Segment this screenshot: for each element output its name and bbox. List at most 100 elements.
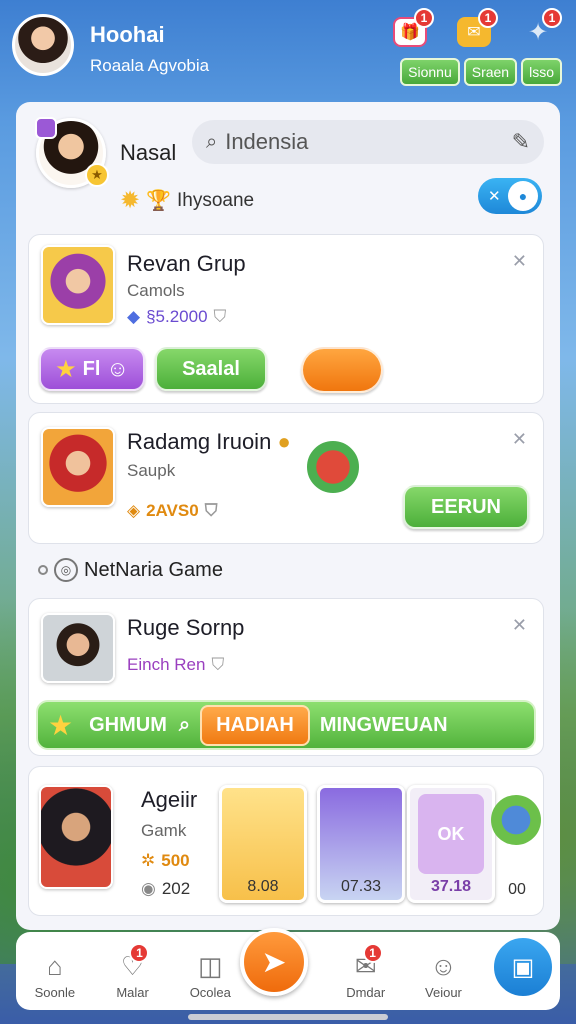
section-title: ◎ NetNaria Game — [38, 558, 223, 582]
gift-icon[interactable]: 🎁 1 — [388, 8, 434, 52]
banner-right: MINGWEUAN — [319, 713, 448, 736]
group-thumb — [41, 245, 115, 325]
chat-badge: 1 — [478, 8, 498, 28]
bottom-sub: Gamk — [141, 821, 187, 840]
coin-icon: ◉ — [141, 879, 156, 898]
bottom-thumb — [39, 785, 113, 889]
tab-dmdar[interactable]: ✉ 1 Dmdar — [327, 943, 405, 1000]
close-icon[interactable]: ✕ — [512, 615, 527, 636]
group-meta: ◆ §5.2000 ⛉ — [127, 307, 226, 327]
eerun-button[interactable]: EERUN — [403, 485, 529, 529]
search-box[interactable]: ⌕ ✎ — [192, 120, 544, 164]
online-toggle[interactable]: ✕ ● — [478, 178, 542, 214]
pill-sionnu[interactable]: Sionnu — [400, 58, 460, 86]
star-icon: ★ — [48, 709, 74, 741]
player-title: Ruge Sornp — [127, 615, 245, 640]
mini-card-4-value: 00 — [508, 881, 526, 898]
purple-button-label: Fl — [82, 357, 101, 380]
bottom-cards: Ageiir Gamk ✲ 500 ◉ 202 8.08 07.33 OK 37… — [28, 766, 544, 916]
coin-icon: ★ — [85, 163, 109, 187]
orange-button[interactable] — [301, 347, 383, 393]
bottom-score-value: 500 — [161, 851, 190, 870]
group-title-text: Radamg Iruoin — [127, 429, 272, 454]
group-meta-value: 2AVS0 — [146, 501, 199, 520]
my-status: ✹ 🏆 Ihysoane — [120, 186, 254, 215]
bottom-score: ✲ 500 — [141, 851, 190, 871]
gift-badge: 1 — [414, 8, 434, 28]
player-sub-text: Einch Ren — [127, 655, 206, 674]
camera-icon: ◫ — [198, 951, 223, 981]
diamond-icon: ◆ — [127, 307, 141, 326]
game-icon: ◎ — [54, 558, 78, 582]
tab-label: Ocolea — [189, 985, 231, 1000]
saalal-button[interactable]: Saalal — [155, 347, 267, 391]
paper-plane-icon: ➤ — [261, 945, 287, 979]
toggle-knob: ● — [508, 181, 538, 211]
group-title: Revan Grup — [127, 251, 246, 276]
group-card-radamg[interactable]: Radamg Iruoin ● Saupk ◈ 2AVS0 ⛉ ✕ EERUN — [28, 412, 544, 544]
ok-tile: OK — [418, 794, 484, 874]
bottom-title: Ageiir — [141, 787, 198, 812]
chat-icon[interactable]: ✉ 1 — [452, 8, 498, 52]
pill-sraen[interactable]: Sraen — [463, 58, 518, 86]
trophy-icon: 🏆 — [146, 190, 172, 212]
menu-button[interactable]: ▣ — [490, 934, 556, 1000]
player-thumb — [41, 613, 115, 683]
search-icon: ⌕ — [206, 130, 218, 153]
emoji-icon: ☺ — [106, 356, 129, 381]
mini-card-2[interactable]: 07.33 — [317, 785, 405, 903]
main-card: ★ Nasal ⌕ ✎ ✹ 🏆 Ihysoane ✕ ● Revan Grup … — [16, 102, 560, 930]
tab-label: Dmdar — [346, 985, 386, 1000]
close-icon[interactable]: ✕ — [512, 251, 527, 272]
my-name: Nasal — [120, 140, 177, 165]
tab-badge: 1 — [129, 943, 150, 963]
reward-banner[interactable]: ★ GHMUM ⌕ HADIAH MINGWEUAN — [36, 700, 536, 750]
mini-card-1[interactable]: 8.08 — [219, 785, 307, 903]
tab-malar[interactable]: ♡ 1 Malar — [94, 943, 172, 1000]
close-icon[interactable]: ✕ — [512, 429, 527, 450]
bottom-count-value: 202 — [161, 879, 191, 898]
mini-card-4[interactable]: 00 — [491, 785, 543, 903]
tab-label: Veiour — [425, 985, 462, 1000]
shield-icon: ⛉ — [211, 655, 225, 674]
edit-icon[interactable]: ✎ — [512, 129, 530, 155]
mini-card-1-value: 8.08 — [247, 878, 279, 895]
banner-left: GHMUM — [89, 713, 167, 736]
sun-icon: ✹ — [120, 187, 141, 214]
tab-veiour[interactable]: ☺ Veiour — [405, 951, 483, 1000]
friends-icon[interactable]: ✦ 1 — [516, 8, 562, 52]
group-card-revan[interactable]: Revan Grup Camols ◆ §5.2000 ⛉ ✕ ★ Fl ☺ S… — [28, 234, 544, 404]
group-thumb — [41, 427, 115, 507]
tab-label: Malar — [116, 985, 149, 1000]
hadiah-button[interactable]: HADIAH — [200, 704, 310, 746]
mini-card-3-label: 37.18 — [430, 878, 472, 895]
shield-icon: ⛉ — [204, 501, 218, 520]
tab-label: Soonle — [34, 985, 76, 1000]
bottom-count: ◉ 202 — [141, 879, 190, 899]
my-avatar[interactable]: ★ — [35, 117, 109, 188]
group-title: Radamg Iruoin ● — [127, 429, 291, 455]
me-row: ★ Nasal ⌕ ✎ ✹ 🏆 Ihysoane ✕ ● — [34, 117, 544, 228]
sparkle-icon: ✲ — [141, 851, 156, 870]
play-button[interactable]: ➤ — [240, 928, 308, 996]
home-indicator — [188, 1014, 388, 1020]
group-meta-value: §5.2000 — [146, 307, 208, 326]
home-icon: ⌂ — [47, 951, 63, 981]
tab-soonle[interactable]: ⌂ Soonle — [16, 951, 94, 1000]
group-sub: Saupk — [127, 461, 176, 480]
player-sprite-icon — [491, 795, 541, 845]
group-meta: ◈ 2AVS0 ⛉ — [127, 501, 217, 521]
search-icon: ⌕ — [178, 713, 191, 736]
tab-ocolea[interactable]: ◫ Ocolea — [171, 951, 249, 1000]
pill-lsso[interactable]: lsso — [521, 58, 562, 86]
section-title-text: NetNaria Game — [84, 558, 223, 581]
purple-button[interactable]: ★ Fl ☺ — [39, 347, 145, 391]
search-input[interactable] — [225, 129, 486, 155]
tab-badge: 1 — [362, 943, 383, 963]
mini-card-3[interactable]: OK 37.18 — [407, 785, 495, 903]
profile-name: Hoohai — [90, 22, 165, 47]
grid-icon: ▣ — [511, 953, 535, 981]
profile-avatar[interactable] — [12, 14, 74, 76]
top-pills: Sionnu Sraen lsso — [400, 58, 562, 86]
star-icon: ★ — [55, 355, 77, 383]
